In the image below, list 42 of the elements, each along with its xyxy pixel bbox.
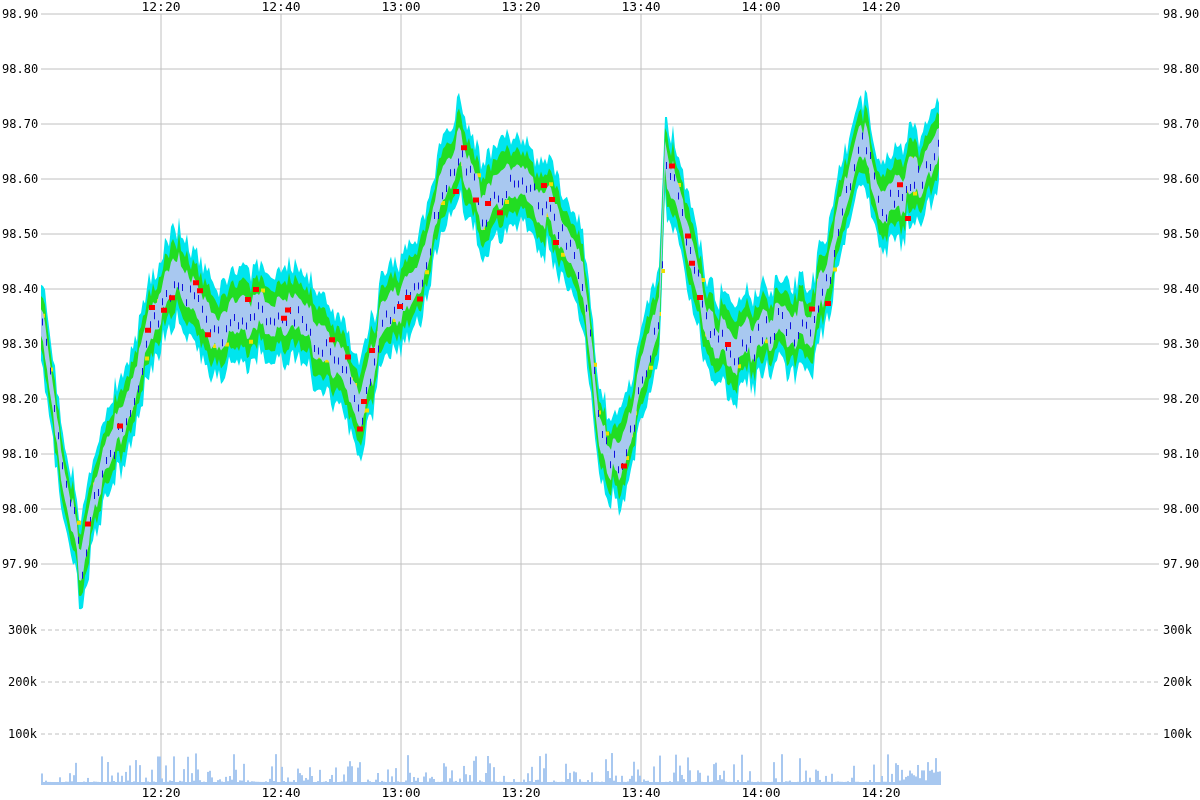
time-axis-label: 12:40 xyxy=(261,0,301,14)
price-axis-label: 98.60 xyxy=(1163,172,1200,186)
price-axis-label: 98.30 xyxy=(1163,337,1200,351)
volume-axis-label: 200k xyxy=(8,675,37,689)
volume-axis-label: 300k xyxy=(1163,623,1192,637)
time-axis-label: 13:40 xyxy=(621,0,661,14)
price-axis-label: 98.20 xyxy=(1163,392,1200,406)
time-axis-label: 12:20 xyxy=(141,785,181,800)
time-axis-label: 12:40 xyxy=(261,785,301,800)
time-axis-label: 13:20 xyxy=(501,785,541,800)
price-axis-label: 98.00 xyxy=(2,502,39,516)
price-axis-label: 98.90 xyxy=(2,7,39,21)
price-axis-label: 98.30 xyxy=(2,337,39,351)
price-axis-label: 98.60 xyxy=(2,172,39,186)
price-axis-label: 98.90 xyxy=(1163,7,1200,21)
price-axis-label: 98.80 xyxy=(1163,62,1200,76)
price-axis-label: 98.70 xyxy=(1163,117,1200,131)
price-axis-label: 97.90 xyxy=(1163,557,1200,571)
price-axis-label: 98.80 xyxy=(2,62,39,76)
time-axis-label: 13:00 xyxy=(381,785,421,800)
price-axis-label: 98.20 xyxy=(2,392,39,406)
time-axis-label: 14:00 xyxy=(741,785,781,800)
time-axis-label: 13:40 xyxy=(621,785,661,800)
time-axis-label: 14:20 xyxy=(861,785,901,800)
volume-axis-label: 300k xyxy=(8,623,37,637)
price-axis-label: 98.10 xyxy=(2,447,39,461)
volume-axis-label: 200k xyxy=(1163,675,1192,689)
price-axis-label: 98.70 xyxy=(2,117,39,131)
volume-axis-label: 100k xyxy=(1163,727,1192,741)
time-axis-label: 14:00 xyxy=(741,0,781,14)
price-axis-label: 98.40 xyxy=(2,282,39,296)
price-axis-label: 98.50 xyxy=(2,227,39,241)
volume-axis-label: 100k xyxy=(8,727,37,741)
time-axis-label: 13:20 xyxy=(501,0,541,14)
price-axis-label: 97.90 xyxy=(2,557,39,571)
price-axis-label: 98.40 xyxy=(1163,282,1200,296)
price-axis-label: 98.50 xyxy=(1163,227,1200,241)
time-axis-label: 12:20 xyxy=(141,0,181,14)
price-axis-label: 98.10 xyxy=(1163,447,1200,461)
time-axis-label: 13:00 xyxy=(381,0,421,14)
time-axis-label: 14:20 xyxy=(861,0,901,14)
price-axis-label: 98.00 xyxy=(1163,502,1200,516)
